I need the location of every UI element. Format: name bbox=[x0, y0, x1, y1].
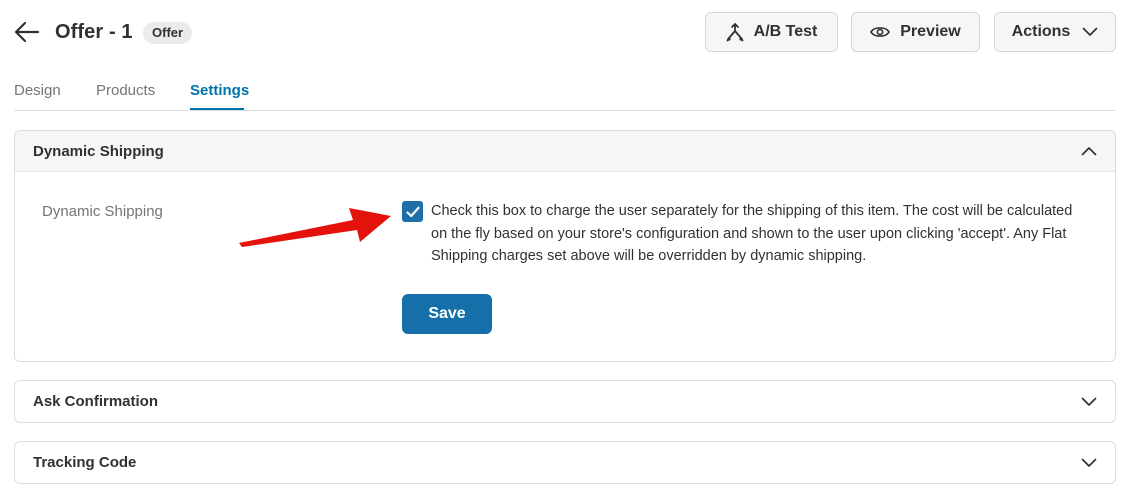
panel-title: Ask Confirmation bbox=[33, 393, 159, 410]
dynamic-shipping-help-text: Check this box to charge the user separa… bbox=[431, 203, 1073, 264]
tab-products[interactable]: Products bbox=[96, 82, 155, 99]
tracking-code-panel-header[interactable]: Tracking Code bbox=[15, 442, 1115, 483]
back-button[interactable] bbox=[14, 20, 40, 44]
tracking-code-panel: Tracking Code bbox=[14, 441, 1116, 484]
actions-button[interactable]: Actions bbox=[994, 12, 1116, 52]
panel-title: Tracking Code bbox=[33, 454, 137, 471]
dynamic-shipping-panel: Dynamic Shipping Dynamic Shipping Check … bbox=[14, 130, 1116, 362]
panel-title: Dynamic Shipping bbox=[33, 142, 164, 160]
chevron-up-icon bbox=[1081, 147, 1097, 156]
tab-bar: Design Products Settings bbox=[14, 76, 1116, 111]
eye-icon bbox=[870, 27, 891, 37]
preview-label: Preview bbox=[900, 23, 961, 40]
ab-test-label: A/B Test bbox=[753, 23, 818, 40]
ask-confirmation-panel: Ask Confirmation bbox=[14, 380, 1116, 423]
annotation-arrow-icon bbox=[239, 208, 391, 247]
tab-design[interactable]: Design bbox=[14, 82, 61, 99]
dynamic-shipping-panel-header[interactable]: Dynamic Shipping bbox=[15, 131, 1115, 172]
split-icon bbox=[726, 23, 744, 42]
save-button[interactable]: Save bbox=[402, 294, 492, 334]
page-title: Offer - 1 bbox=[55, 21, 133, 43]
tab-settings[interactable]: Settings bbox=[190, 82, 249, 99]
dynamic-shipping-field-label: Dynamic Shipping bbox=[42, 203, 163, 220]
checkmark-icon bbox=[405, 206, 420, 217]
chevron-down-icon bbox=[1081, 397, 1097, 406]
chevron-down-icon bbox=[1082, 27, 1098, 36]
preview-button[interactable]: Preview bbox=[851, 12, 980, 52]
arrow-left-icon bbox=[14, 21, 40, 43]
ab-test-button[interactable]: A/B Test bbox=[705, 12, 838, 52]
type-badge: Offer bbox=[143, 22, 193, 44]
actions-label: Actions bbox=[1011, 23, 1071, 40]
dynamic-shipping-checkbox[interactable] bbox=[402, 201, 423, 222]
ask-confirmation-panel-header[interactable]: Ask Confirmation bbox=[15, 381, 1115, 422]
page-header: Offer - 1 Offer A/B Test Preview Actions bbox=[0, 0, 1127, 64]
chevron-down-icon bbox=[1081, 458, 1097, 467]
active-tab-indicator bbox=[190, 108, 244, 110]
